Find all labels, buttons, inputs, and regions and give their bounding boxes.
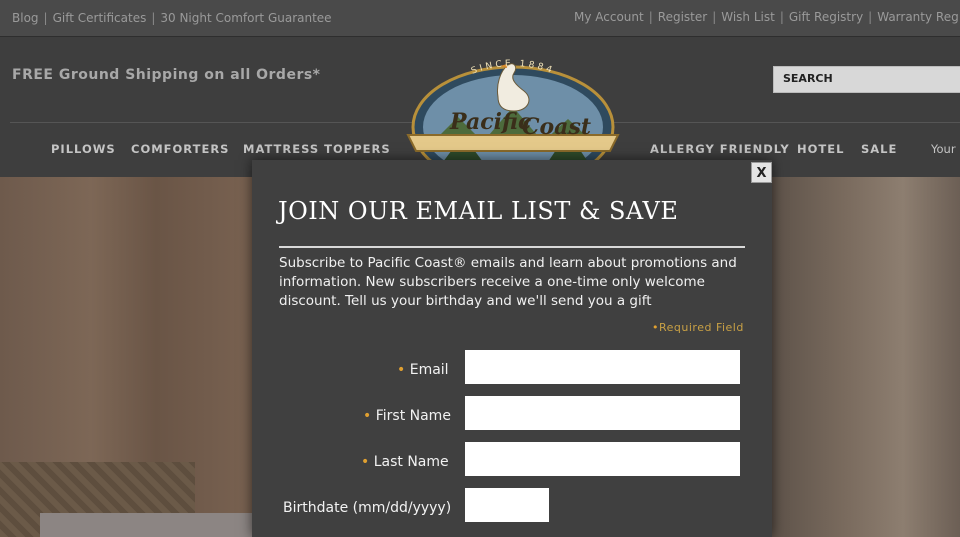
required-bullet: •	[652, 321, 659, 334]
modal-title: JOIN OUR EMAIL LIST & SAVE	[278, 197, 679, 225]
last-name-field[interactable]	[465, 442, 740, 476]
search-box	[773, 66, 960, 93]
email-field[interactable]	[465, 350, 740, 384]
logo-brand-line2: Coast	[522, 114, 591, 140]
first-name-label: • First Name	[363, 408, 451, 424]
separator: |	[43, 11, 48, 25]
email-label-text: Email	[409, 362, 449, 378]
last-name-label-text: Last Name	[373, 454, 449, 470]
birthdate-field[interactable]	[465, 488, 549, 522]
birthdate-label: Birthdate (mm/dd/yyyy)	[283, 500, 452, 516]
curtain-right	[770, 177, 960, 537]
gift-registry-link[interactable]: Gift Registry	[789, 10, 863, 24]
nav-pillows[interactable]: PILLOWS	[51, 142, 116, 156]
nav-your[interactable]: Your	[931, 142, 956, 156]
nav-mattress-toppers[interactable]: MATTRESS TOPPERS	[243, 142, 391, 156]
top-links-right: My Account | Register | Wish List | Gift Regis…	[574, 10, 959, 24]
separator: |	[648, 10, 653, 24]
required-bullet: •	[363, 408, 372, 424]
modal-description: Subscribe to Pacific Coast® emails and l…	[279, 255, 737, 309]
close-button[interactable]: X	[751, 162, 772, 183]
register-link[interactable]: Register	[658, 10, 707, 24]
gift-certificates-link[interactable]: Gift Certificates	[53, 11, 147, 25]
separator: |	[712, 10, 717, 24]
separator: |	[868, 10, 873, 24]
email-label: • Email	[397, 362, 449, 378]
nav-hotel[interactable]: HOTEL	[797, 142, 844, 156]
required-field-text: Required Field	[659, 321, 744, 334]
top-utility-bar: Blog | Gift Certificates | 30 Night Comfort …	[0, 0, 960, 37]
modal-divider	[279, 246, 745, 248]
warranty-registration-link[interactable]: Warranty Reg	[877, 10, 959, 24]
blog-link[interactable]: Blog	[12, 11, 39, 25]
top-links-left: Blog | Gift Certificates | 30 Night Comfort …	[12, 11, 332, 25]
first-name-field[interactable]	[465, 396, 740, 430]
nav-allergy-friendly[interactable]: ALLERGY FRIENDLY	[650, 142, 790, 156]
separator: |	[779, 10, 784, 24]
logo-brand-line1: Pacific	[449, 109, 532, 135]
free-shipping-banner: FREE Ground Shipping on all Orders*	[12, 67, 321, 83]
my-account-link[interactable]: My Account	[574, 10, 644, 24]
pacific-coast-logo[interactable]: SINCE 1884 Pacific Coast	[388, 47, 638, 189]
wish-list-link[interactable]: Wish List	[721, 10, 775, 24]
bedsheet	[40, 513, 260, 537]
required-field-note: •Required Field	[652, 321, 744, 334]
nav-comforters[interactable]: COMFORTERS	[131, 142, 229, 156]
last-name-label: • Last Name	[361, 454, 449, 470]
separator: |	[151, 11, 156, 25]
nav-sale[interactable]: SALE	[861, 142, 897, 156]
search-input[interactable]	[774, 67, 960, 90]
comfort-guarantee-link[interactable]: 30 Night Comfort Guarantee	[160, 11, 331, 25]
required-bullet: •	[361, 454, 370, 470]
required-bullet: •	[397, 362, 406, 378]
first-name-label-text: First Name	[375, 408, 451, 424]
